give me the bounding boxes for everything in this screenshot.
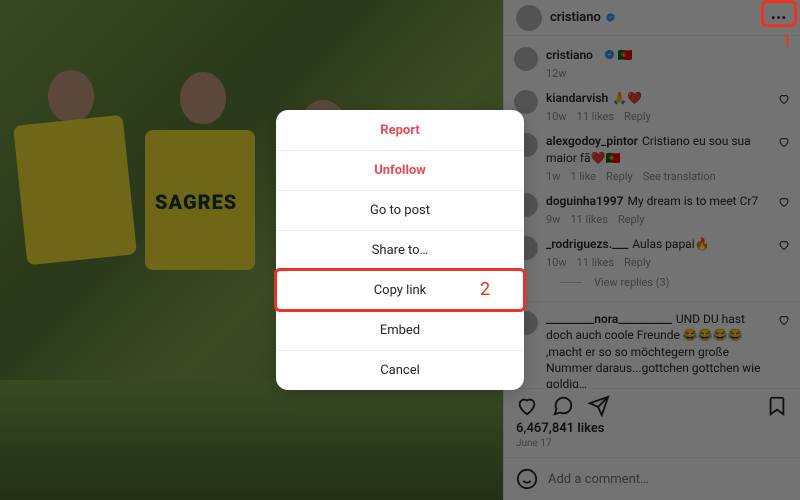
menu-item-cancel[interactable]: Cancel xyxy=(276,350,524,390)
callout-label-2: 2 xyxy=(480,279,490,300)
callout-label-1: 1 xyxy=(782,31,792,52)
menu-item-unfollow[interactable]: Unfollow xyxy=(276,150,524,190)
menu-item-embed[interactable]: Embed xyxy=(276,310,524,350)
menu-item-share-to[interactable]: Share to… xyxy=(276,230,524,270)
menu-item-report[interactable]: Report xyxy=(276,110,524,150)
modal-overlay[interactable]: Report Unfollow Go to post Share to… Cop… xyxy=(0,0,800,500)
options-menu: Report Unfollow Go to post Share to… Cop… xyxy=(276,110,524,390)
menu-item-go-to-post[interactable]: Go to post xyxy=(276,190,524,230)
